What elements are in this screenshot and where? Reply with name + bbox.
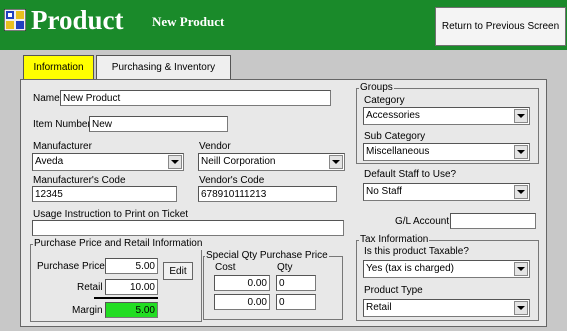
- dropdown-arrow-icon[interactable]: [514, 109, 528, 123]
- product-logo-icon: [3, 8, 27, 32]
- margin-field: 5.00: [105, 302, 158, 318]
- subcategory-label: Sub Category: [364, 131, 426, 142]
- page-title: Product: [31, 5, 124, 35]
- taxable-value: Yes (tax is charged): [366, 263, 455, 274]
- category-select[interactable]: Accessories: [363, 107, 530, 125]
- usage-field[interactable]: [32, 220, 344, 236]
- tax-group-label: Tax Information: [359, 234, 430, 246]
- margin-divider: [94, 297, 158, 299]
- staff-value: No Staff: [366, 186, 402, 197]
- retail-field[interactable]: 10.00: [105, 279, 158, 295]
- special-qty-group-label: Special Qty Purchase Price: [205, 250, 329, 262]
- edit-button[interactable]: Edit: [163, 262, 193, 280]
- purchase-price-group-label: Purchase Price and Retail Information: [33, 238, 204, 250]
- tab-information[interactable]: Information: [23, 55, 94, 79]
- return-button[interactable]: Return to Previous Screen: [435, 7, 566, 46]
- item-number-label: Item Number: [33, 119, 91, 130]
- special-qty-field[interactable]: 0: [276, 294, 316, 310]
- dropdown-arrow-icon[interactable]: [514, 301, 528, 315]
- category-label: Category: [364, 95, 405, 106]
- tab-purchasing-inventory[interactable]: Purchasing & Inventory: [96, 55, 231, 79]
- dropdown-arrow-icon[interactable]: [329, 155, 343, 169]
- manufacturer-label: Manufacturer: [33, 141, 92, 152]
- staff-select[interactable]: No Staff: [363, 183, 530, 201]
- special-cost-field[interactable]: 0.00: [214, 275, 270, 291]
- vendor-label: Vendor: [199, 141, 231, 152]
- manufacturer-select[interactable]: Aveda: [32, 153, 184, 171]
- manufacturer-code-field[interactable]: 12345: [32, 186, 177, 202]
- subcategory-value: Miscellaneous: [366, 146, 430, 157]
- dropdown-arrow-icon[interactable]: [514, 262, 528, 276]
- category-value: Accessories: [366, 110, 420, 121]
- dropdown-arrow-icon[interactable]: [514, 185, 528, 199]
- taxable-label: Is this product Taxable?: [364, 246, 469, 257]
- subcategory-select[interactable]: Miscellaneous: [363, 143, 530, 161]
- product-type-label: Product Type: [364, 285, 423, 296]
- item-number-field[interactable]: New: [89, 116, 228, 132]
- manufacturer-value: Aveda: [35, 156, 64, 167]
- cost-column-label: Cost: [215, 262, 236, 273]
- special-qty-field[interactable]: 0: [276, 275, 316, 291]
- staff-label: Default Staff to Use?: [364, 169, 457, 180]
- taxable-select[interactable]: Yes (tax is charged): [363, 260, 530, 278]
- gl-account-label: G/L Account:: [395, 216, 452, 227]
- purchase-price-field[interactable]: 5.00: [105, 258, 158, 274]
- retail-label: Retail: [77, 282, 103, 293]
- page-subtitle: New Product: [152, 14, 225, 29]
- name-field[interactable]: New Product: [60, 90, 331, 106]
- product-type-value: Retail: [366, 302, 392, 313]
- special-cost-field[interactable]: 0.00: [214, 294, 270, 310]
- purchase-price-label: Purchase Price: [37, 261, 105, 272]
- margin-label: Margin: [72, 305, 103, 316]
- vendor-code-field[interactable]: 678910111213: [198, 186, 337, 202]
- qty-column-label: Qty: [277, 262, 293, 273]
- product-type-select[interactable]: Retail: [363, 299, 530, 317]
- gl-account-field[interactable]: [450, 213, 536, 229]
- groups-group-label: Groups: [359, 82, 394, 94]
- name-label: Name: [33, 93, 60, 104]
- dropdown-arrow-icon[interactable]: [168, 155, 182, 169]
- vendor-value: Neill Corporation: [201, 156, 276, 167]
- vendor-select[interactable]: Neill Corporation: [198, 153, 345, 171]
- dropdown-arrow-icon[interactable]: [514, 145, 528, 159]
